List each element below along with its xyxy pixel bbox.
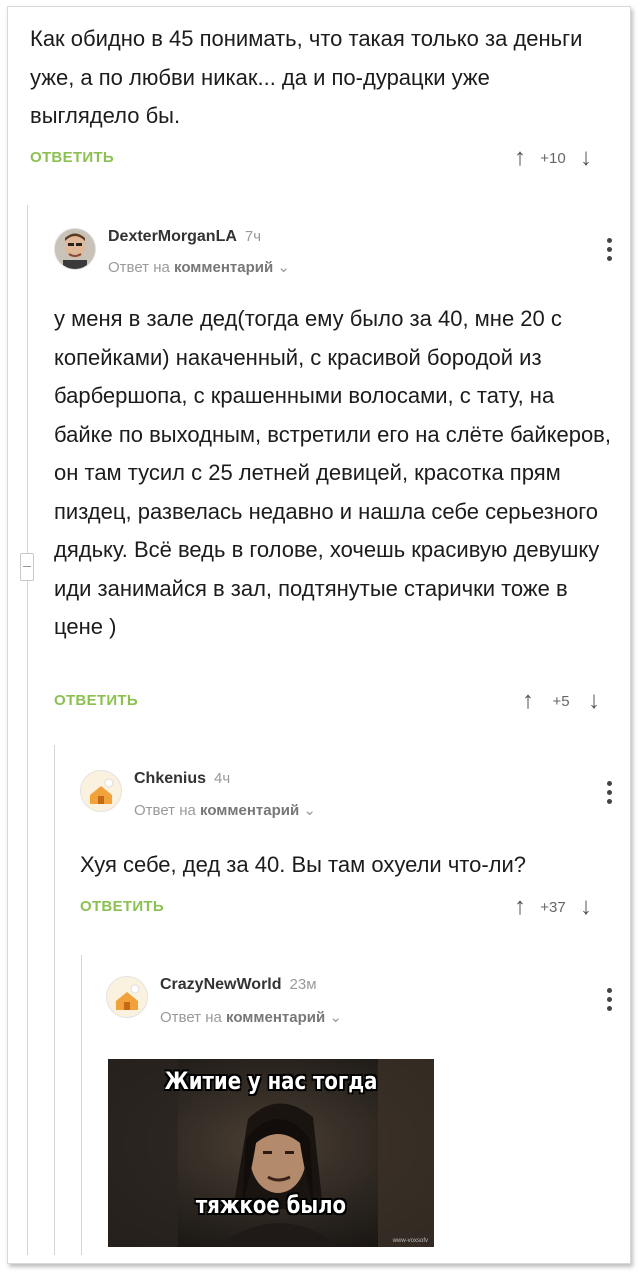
vote-score: +37 (540, 898, 566, 916)
reply-button[interactable]: ОТВЕТИТЬ (54, 692, 138, 709)
meme-caption-bottom: тяжкое было (195, 1191, 347, 1219)
more-vertical-icon[interactable] (607, 988, 613, 1015)
avatar[interactable] (54, 228, 96, 270)
comment-header: Chkenius 4ч (134, 770, 230, 788)
avatar-image (55, 229, 95, 269)
chevron-down-icon[interactable]: ⌄ (303, 802, 316, 819)
comment-header: DexterMorganLA 7ч (108, 228, 261, 246)
avatar[interactable] (106, 976, 148, 1018)
meta-prefix: Ответ на (108, 259, 170, 276)
comment-time: 4ч (214, 770, 231, 787)
chevron-down-icon[interactable]: ⌄ (277, 259, 290, 276)
chevron-down-icon[interactable]: ⌄ (329, 1009, 342, 1026)
arrow-down-icon[interactable]: ↓ (584, 687, 604, 715)
reply-to-meta: Ответ на комментарий ⌄ (134, 801, 316, 819)
meme-watermark: www-voxsofv (392, 1238, 428, 1244)
author-name[interactable]: DexterMorganLA (108, 228, 237, 245)
thread-line-2 (54, 745, 55, 1255)
comment-time: 23м (289, 976, 317, 993)
author-name[interactable]: CrazyNewWorld (160, 976, 282, 993)
avatar-image (107, 977, 147, 1017)
parent-comment-link[interactable]: комментарий (174, 259, 273, 276)
arrow-up-icon[interactable]: ↑ (510, 144, 530, 172)
parent-comment-link[interactable]: комментарий (200, 802, 299, 819)
vote-score: +5 (552, 692, 570, 710)
more-vertical-icon[interactable] (607, 238, 613, 265)
arrow-up-icon[interactable]: ↑ (510, 893, 530, 921)
reply-button[interactable]: ОТВЕТИТЬ (30, 149, 114, 166)
comment-header: CrazyNewWorld 23м (160, 976, 317, 994)
meme-caption-top: Житие у нас тогда (164, 1067, 378, 1095)
comment-text: Хуя себе, дед за 40. Вы там охуели что-л… (80, 852, 527, 877)
avatar-image (81, 771, 121, 811)
arrow-down-icon[interactable]: ↓ (576, 893, 596, 921)
more-vertical-icon[interactable] (607, 781, 613, 808)
arrow-down-icon[interactable]: ↓ (576, 144, 596, 172)
reply-to-meta: Ответ на комментарий ⌄ (160, 1008, 342, 1026)
vote-controls: ↑ +10 ↓ (510, 144, 596, 172)
author-name[interactable]: Chkenius (134, 770, 206, 787)
reply-button[interactable]: ОТВЕТИТЬ (80, 898, 164, 915)
vote-controls: ↑ +37 ↓ (510, 893, 596, 921)
thread-line-3 (81, 955, 82, 1255)
thread-line-1 (27, 205, 28, 1255)
vote-score: +10 (540, 149, 566, 167)
avatar[interactable] (80, 770, 122, 812)
collapse-thread-icon[interactable] (20, 553, 34, 581)
parent-comment-link[interactable]: комментарий (226, 1009, 325, 1026)
arrow-up-icon[interactable]: ↑ (518, 687, 538, 715)
meta-prefix: Ответ на (134, 802, 196, 819)
meta-prefix: Ответ на (160, 1009, 222, 1026)
comment-text: у меня в зале дед(тогда ему было за 40, … (54, 306, 611, 639)
vote-controls: ↑ +5 ↓ (518, 687, 604, 715)
comment-text: Как обидно в 45 понимать, что такая толь… (30, 26, 583, 128)
comment-time: 7ч (244, 228, 262, 245)
reply-to-meta: Ответ на комментарий ⌄ (108, 258, 290, 276)
meme-image[interactable]: Житие у нас тогда тяжкое было www-voxsof… (108, 1059, 434, 1247)
